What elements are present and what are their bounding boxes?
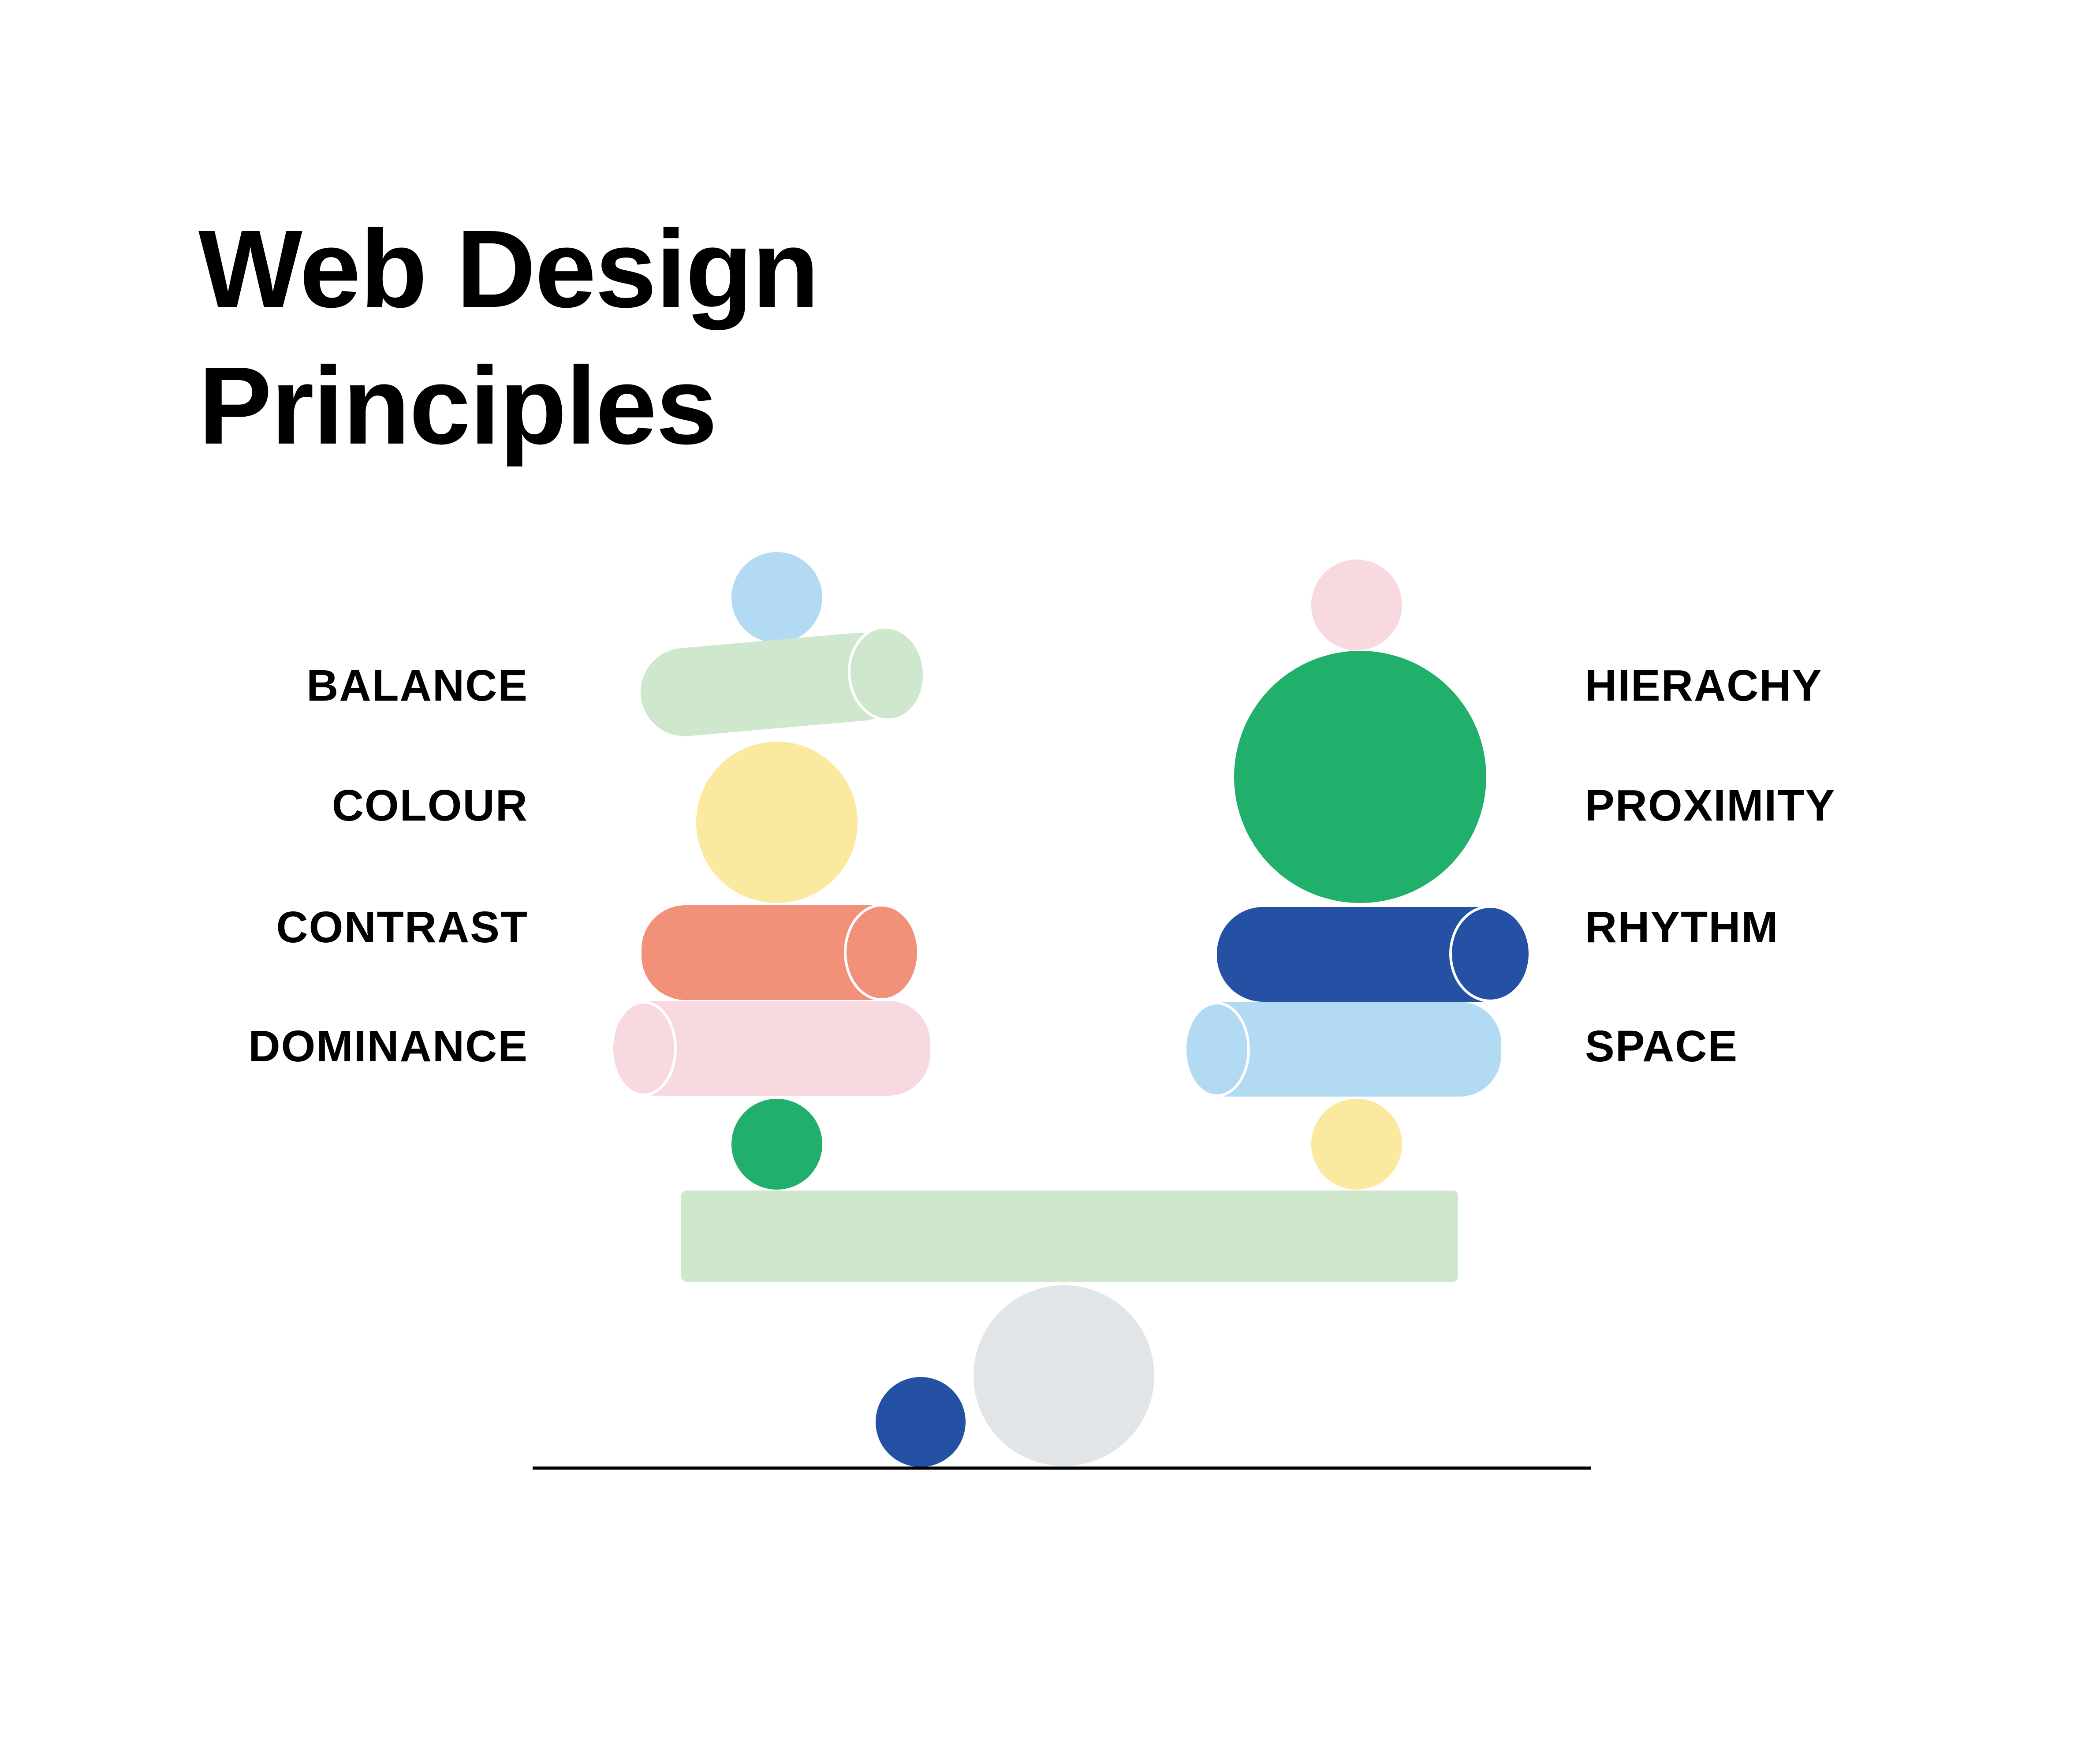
left-green-ball — [731, 1099, 822, 1190]
right-navy-cylinder — [1217, 905, 1531, 1002]
small-navy-ball — [876, 1377, 966, 1467]
right-yellow-ball — [1311, 1099, 1402, 1190]
fulcrum-ball — [974, 1285, 1154, 1466]
left-yellow-ball — [696, 742, 858, 903]
seesaw-plank — [681, 1190, 1458, 1282]
right-light-blue-cylinder — [1184, 1002, 1501, 1097]
left-pink-cylinder — [611, 1001, 930, 1096]
balance-illustration — [533, 552, 1591, 1470]
ground-line — [533, 1467, 1591, 1470]
right-top-ball — [1311, 560, 1402, 650]
left-tilted-cylinder — [641, 626, 926, 736]
right-big-green-ball — [1234, 651, 1486, 903]
left-salmon-cylinder — [642, 904, 920, 1001]
left-top-ball — [731, 552, 822, 643]
